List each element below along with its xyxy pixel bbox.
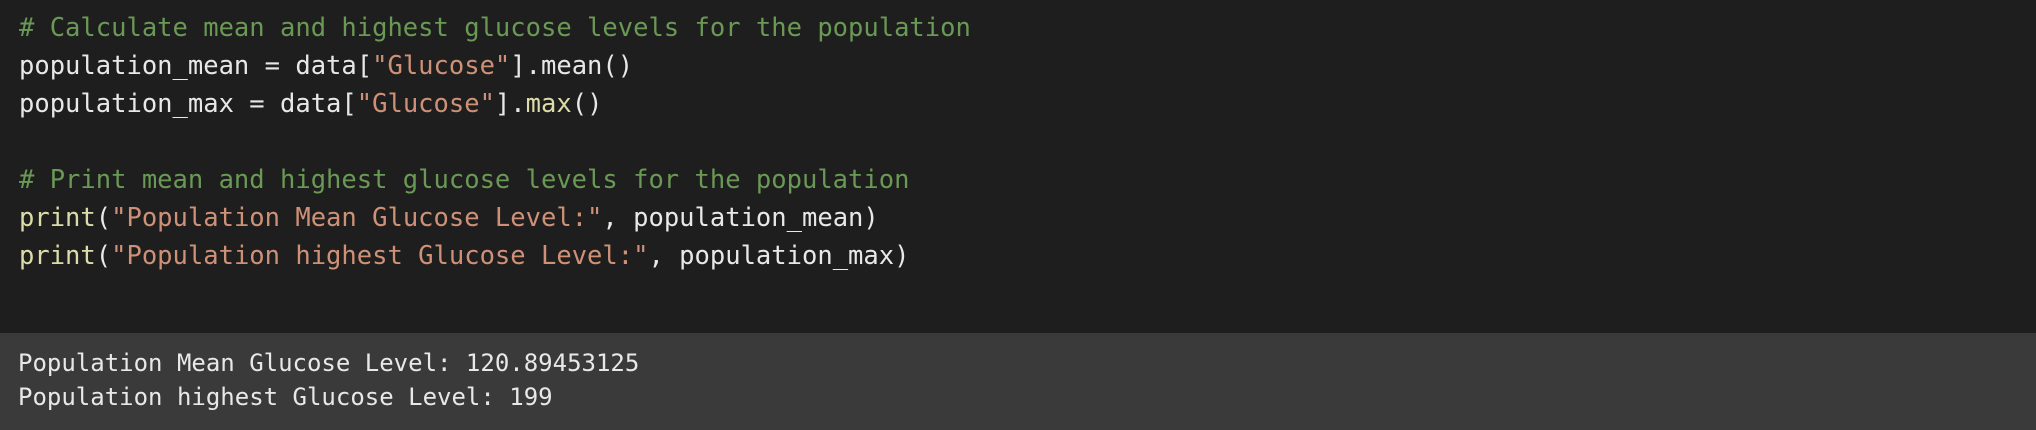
string-literal: "Population Mean Glucose Level:" — [111, 203, 603, 233]
code-line-3: population_max = data["Glucose"].max() — [19, 85, 971, 123]
code-text: , population_mean) — [602, 203, 879, 233]
notebook-cell: # Calculate mean and highest glucose lev… — [0, 0, 2036, 430]
code-line-2: population_mean = data["Glucose"].mean() — [19, 47, 971, 85]
output-line-2: Population highest Glucose Level: 199 — [18, 383, 553, 411]
code-line-7: print("Population highest Glucose Level:… — [19, 237, 971, 275]
code-text: () — [571, 89, 603, 119]
code-editor[interactable]: # Calculate mean and highest glucose lev… — [0, 0, 2036, 333]
string-literal: "Glucose" — [356, 89, 495, 119]
code-line-4-blank — [19, 123, 971, 161]
code-text: ].mean() — [510, 51, 634, 81]
code-text: ]. — [494, 89, 526, 119]
output-line-1: Population Mean Glucose Level: 120.89453… — [18, 349, 640, 377]
code-text: ( — [95, 241, 112, 271]
function-name: max — [525, 89, 572, 119]
comment-text: # Calculate mean and highest glucose lev… — [19, 13, 971, 43]
string-literal: "Population highest Glucose Level:" — [111, 241, 649, 271]
code-block[interactable]: # Calculate mean and highest glucose lev… — [19, 9, 971, 275]
string-literal: "Glucose" — [372, 51, 511, 81]
code-text: , population_max) — [648, 241, 910, 271]
code-text: ( — [95, 203, 112, 233]
code-line-1: # Calculate mean and highest glucose lev… — [19, 9, 971, 47]
function-name: print — [19, 203, 96, 233]
code-line-6: print("Population Mean Glucose Level:", … — [19, 199, 971, 237]
cell-output: Population Mean Glucose Level: 120.89453… — [0, 333, 2036, 430]
function-name: print — [19, 241, 96, 271]
code-text: population_max = data[ — [19, 89, 357, 119]
output-text-block: Population Mean Glucose Level: 120.89453… — [18, 346, 639, 414]
comment-text: # Print mean and highest glucose levels … — [19, 165, 910, 195]
code-line-5: # Print mean and highest glucose levels … — [19, 161, 971, 199]
code-text: population_mean = data[ — [19, 51, 373, 81]
